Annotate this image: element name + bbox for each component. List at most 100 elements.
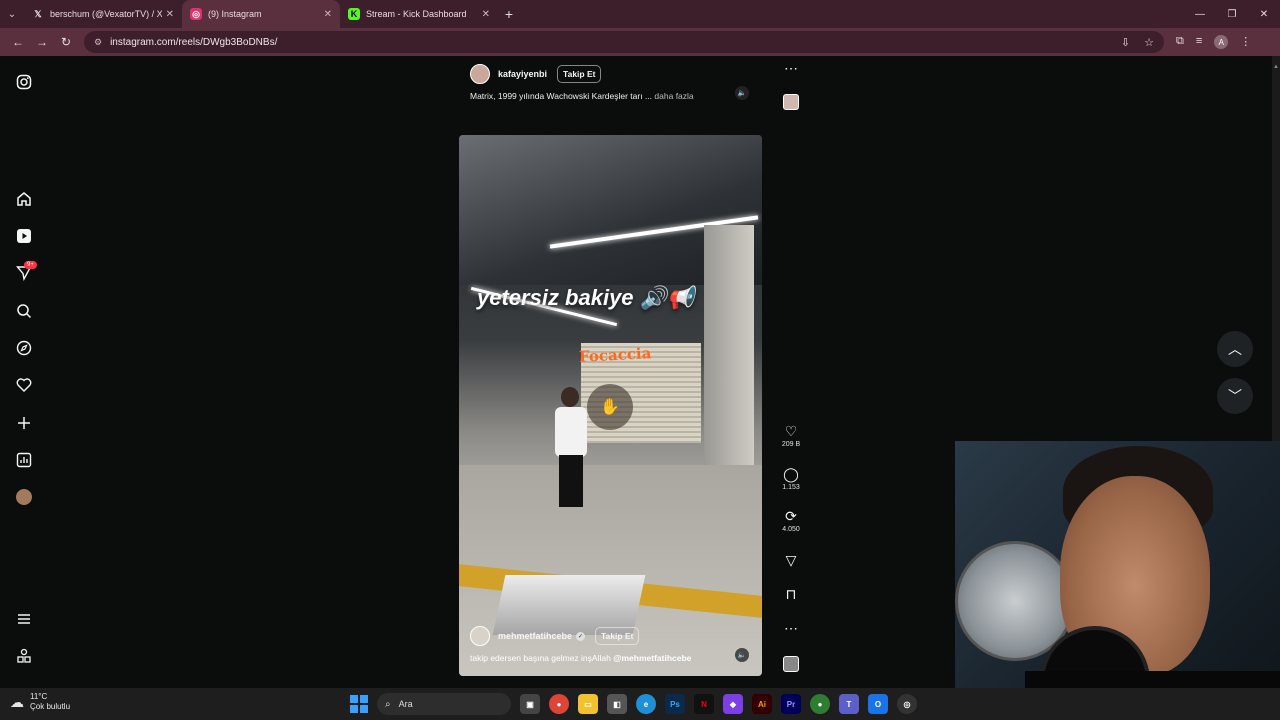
comment-count: 1.153 bbox=[782, 484, 800, 491]
weather-widget[interactable]: ☁ 11°C Çok bulutlu bbox=[10, 692, 70, 712]
tab-bar: ⌄ 𝕏 berschum (@VexatorTV) / X ✕ ◎ (9) In… bbox=[0, 0, 1280, 28]
instagram-icon: ◎ bbox=[190, 8, 202, 20]
more-options-icon[interactable]: ⋯ bbox=[778, 620, 804, 636]
taskbar-search[interactable]: ⌕ Ara bbox=[377, 693, 511, 715]
browser-menu-icon[interactable]: ⋮ bbox=[1240, 35, 1251, 49]
speaker-icon[interactable]: 🔈 bbox=[735, 648, 749, 662]
comment-button[interactable]: ◯ 1.153 bbox=[778, 466, 804, 491]
reel-caption-mention[interactable]: @mehmetfatihcebe bbox=[613, 653, 691, 663]
reel-follow-button[interactable]: Takip Et bbox=[595, 627, 640, 645]
prev-follow-button[interactable]: Takip Et bbox=[557, 65, 602, 83]
chrome-profile-icon[interactable]: ● bbox=[810, 694, 830, 714]
windows-taskbar: ☁ 11°C Çok bulutlu ⌕ Ara ▣ ● ▭ ◧ e Ps N … bbox=[0, 688, 1280, 720]
scroll-up-button[interactable]: ︿ bbox=[1217, 331, 1253, 367]
teams-icon[interactable]: T bbox=[839, 694, 859, 714]
kick-icon: K bbox=[348, 8, 360, 20]
prev-author-avatar[interactable] bbox=[470, 64, 490, 84]
store-icon[interactable]: ◧ bbox=[607, 694, 627, 714]
bookmark-star-icon[interactable]: ☆ bbox=[1144, 36, 1154, 49]
premiere-icon[interactable]: Pr bbox=[781, 694, 801, 714]
site-info-icon[interactable]: ⚙ bbox=[94, 37, 102, 48]
create-icon[interactable] bbox=[14, 413, 34, 433]
forward-icon[interactable]: → bbox=[30, 35, 54, 49]
left-sidebar: 9+ bbox=[0, 56, 48, 688]
media-control-icon[interactable]: ≡ bbox=[1196, 35, 1202, 49]
scroll-down-button[interactable]: ﹀ bbox=[1217, 378, 1253, 414]
reload-icon[interactable]: ↻ bbox=[54, 35, 78, 49]
netflix-icon[interactable]: N bbox=[694, 694, 714, 714]
more-link[interactable]: daha fazla bbox=[654, 91, 693, 101]
share-button[interactable]: ▽ bbox=[778, 552, 804, 568]
affinity-icon[interactable]: ◆ bbox=[723, 694, 743, 714]
heart-outline-icon: ♡ bbox=[784, 423, 798, 439]
tab-kick[interactable]: K Stream - Kick Dashboard ✕ bbox=[340, 0, 498, 28]
profile-avatar[interactable] bbox=[14, 487, 34, 507]
repost-count: 4.050 bbox=[782, 526, 800, 533]
close-window-icon[interactable]: ✕ bbox=[1248, 9, 1280, 20]
search-icon[interactable] bbox=[14, 301, 34, 321]
window-controls: — ❐ ✕ bbox=[1184, 9, 1280, 20]
windows-start-icon[interactable] bbox=[350, 695, 368, 713]
prev-reel-caption[interactable]: Matrix, 1999 yılında Wachowski Kardeşler… bbox=[470, 91, 694, 101]
home-icon[interactable] bbox=[14, 189, 34, 209]
close-tab-icon[interactable]: ✕ bbox=[482, 9, 490, 20]
tab-title: Stream - Kick Dashboard bbox=[366, 9, 467, 19]
reel-author-name[interactable]: mehmetfatihcebe bbox=[498, 631, 572, 641]
address-bar: ← → ↻ ⚙ instagram.com/reels/DWgb3BoDNBs/… bbox=[0, 28, 1280, 56]
prev-caption-text: Matrix, 1999 yılında Wachowski Kardeşler… bbox=[470, 91, 653, 101]
explore-icon[interactable] bbox=[14, 338, 34, 358]
heart-icon[interactable] bbox=[14, 375, 34, 395]
reel-video[interactable]: Focaccia yetersiz bakiye 🔊📢 ✋ mehmetfati… bbox=[459, 135, 762, 676]
repost-button[interactable]: ⟳ 4.050 bbox=[778, 508, 804, 533]
chevron-down-icon: ﹀ bbox=[1228, 388, 1242, 404]
search-icon: ⌕ bbox=[385, 698, 391, 710]
edge-icon[interactable]: e bbox=[636, 694, 656, 714]
reel-author-row: mehmetfatihcebe ✓ Takip Et bbox=[470, 626, 640, 646]
tab-x[interactable]: 𝕏 berschum (@VexatorTV) / X ✕ bbox=[24, 0, 182, 28]
reel-caption-text: takip edersen başına gelmez inşAllah bbox=[470, 653, 611, 663]
close-tab-icon[interactable]: ✕ bbox=[166, 9, 174, 20]
profile-avatar[interactable]: A bbox=[1214, 35, 1229, 49]
instagram-logo-icon[interactable] bbox=[14, 72, 34, 92]
tab-instagram[interactable]: ◎ (9) Instagram ✕ bbox=[182, 0, 340, 28]
like-count: 209 B bbox=[781, 441, 801, 448]
save-button[interactable]: ⊓ bbox=[778, 586, 804, 602]
reel-author-avatar[interactable] bbox=[470, 626, 490, 646]
outlook-icon[interactable]: O bbox=[868, 694, 888, 714]
tab-search-icon[interactable]: ⌄ bbox=[0, 0, 24, 28]
x-logo-icon: 𝕏 bbox=[34, 8, 42, 19]
task-view-icon[interactable]: ▣ bbox=[520, 694, 540, 714]
search-placeholder: Ara bbox=[398, 699, 413, 709]
minimize-icon[interactable]: — bbox=[1184, 9, 1216, 20]
more-apps-icon[interactable] bbox=[14, 646, 34, 666]
dashboard-icon[interactable] bbox=[14, 450, 34, 470]
prev-more-options-icon[interactable]: ⋯ bbox=[778, 60, 804, 76]
obs-icon[interactable]: ◎ bbox=[897, 694, 917, 714]
video-overlay-text: yetersiz bakiye 🔊📢 bbox=[477, 285, 695, 310]
prev-author-name[interactable]: kafayiyenbi bbox=[498, 69, 547, 79]
tab-title: berschum (@VexatorTV) / X bbox=[50, 9, 162, 19]
url-input[interactable]: ⚙ instagram.com/reels/DWgb3BoDNBs/ ⇩ ☆ bbox=[84, 31, 1164, 53]
new-tab-button[interactable]: + bbox=[498, 6, 520, 22]
back-icon[interactable]: ← bbox=[6, 35, 30, 49]
close-tab-icon[interactable]: ✕ bbox=[324, 9, 332, 20]
reels-icon[interactable] bbox=[14, 226, 34, 246]
prev-reel-author-row: kafayiyenbi Takip Et bbox=[470, 64, 602, 84]
webcam-overlay bbox=[955, 441, 1280, 720]
like-button[interactable]: ♡ 209 B bbox=[778, 423, 804, 448]
reel-caption[interactable]: takip edersen başına gelmez inşAllah @me… bbox=[470, 653, 691, 663]
chrome-icon[interactable]: ● bbox=[549, 694, 569, 714]
reel-actions: ⋯ ♡ 209 B ◯ 1.153 ⟳ 4.050 ▽ ⊓ ⋯ bbox=[778, 56, 804, 688]
illustrator-icon[interactable]: Ai bbox=[752, 694, 772, 714]
file-explorer-icon[interactable]: ▭ bbox=[578, 694, 598, 714]
menu-icon[interactable] bbox=[14, 609, 34, 629]
verified-icon: ✓ bbox=[576, 631, 586, 641]
speaker-icon[interactable]: 🔈 bbox=[735, 86, 749, 100]
photoshop-icon[interactable]: Ps bbox=[665, 694, 685, 714]
extensions-icon[interactable]: ⧉ bbox=[1176, 35, 1184, 49]
audio-thumbnail[interactable] bbox=[778, 656, 804, 672]
prev-audio-thumbnail[interactable] bbox=[778, 94, 804, 110]
send-icon: ▽ bbox=[785, 552, 797, 568]
install-app-icon[interactable]: ⇩ bbox=[1121, 36, 1130, 49]
restore-icon[interactable]: ❐ bbox=[1216, 9, 1248, 20]
